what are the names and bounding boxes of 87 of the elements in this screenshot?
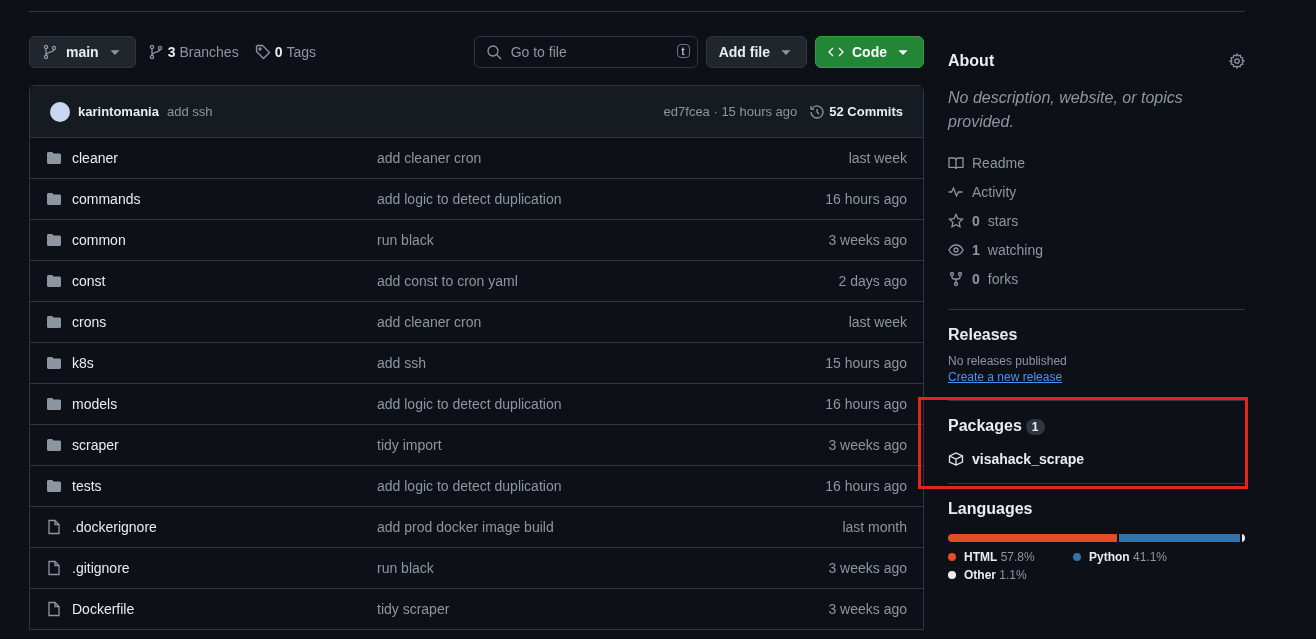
about-link[interactable]: Readme	[948, 148, 1245, 177]
commit-message[interactable]: add cleaner cron	[377, 150, 707, 166]
commit-message[interactable]: run black	[377, 232, 707, 248]
about-link[interactable]: 1 watching	[948, 235, 1245, 264]
book-icon	[948, 154, 964, 171]
commit-message[interactable]: add prod docker image build	[377, 519, 707, 535]
section-title: Packages	[948, 417, 1022, 434]
folder-icon	[46, 314, 62, 330]
language-label[interactable]: HTML 57.8%	[964, 550, 1035, 564]
commit-message: add ssh	[166, 104, 213, 119]
commits-link[interactable]: 52 Commits	[805, 103, 907, 120]
file-name[interactable]: cleaner	[72, 150, 118, 166]
package-link[interactable]: visahack_scrape	[948, 451, 1245, 467]
author-link[interactable]: karintomania	[78, 104, 159, 119]
shortcut-key: t	[676, 44, 690, 58]
code-button[interactable]: Code	[815, 36, 924, 68]
avatar[interactable]	[50, 101, 70, 122]
tags-link[interactable]: 0 Tags	[250, 44, 320, 60]
releases-note: No releases published	[948, 354, 1068, 368]
about-link[interactable]: 0 stars	[948, 206, 1245, 235]
tag-icon	[254, 44, 271, 60]
about-link[interactable]: Activity	[948, 177, 1245, 206]
commit-message[interactable]: tidy scraper	[377, 601, 707, 617]
commit-time: 15 hours ago	[824, 355, 907, 371]
add-file-button[interactable]: Add file	[705, 36, 807, 68]
file-name[interactable]: commands	[72, 191, 141, 207]
file-name[interactable]: .dockerignore	[72, 519, 157, 535]
language-label[interactable]: Other 1.1%	[964, 568, 1027, 582]
package-icon	[948, 451, 964, 467]
eye-icon	[948, 241, 964, 258]
folder-icon	[46, 396, 62, 412]
commit-time: 3 weeks ago	[827, 232, 907, 248]
folder-icon	[46, 437, 62, 453]
commit-message[interactable]: tidy import	[377, 437, 707, 453]
file-name[interactable]: tests	[72, 478, 102, 494]
commit-time: 16 hours ago	[824, 191, 907, 207]
file-name[interactable]: const	[72, 273, 106, 289]
branch-icon	[42, 44, 58, 60]
branch-icon	[147, 44, 164, 60]
commit-time: 3 weeks ago	[827, 601, 907, 617]
commit-time: 16 hours ago	[824, 478, 907, 494]
commit-message[interactable]: add logic to detect duplication	[377, 396, 707, 412]
commit-hash[interactable]: ed7fcea · 15 hours ago	[663, 104, 798, 119]
commit-time: last week	[847, 150, 907, 166]
commit-message[interactable]: add ssh	[377, 355, 707, 371]
commit-time: 3 weeks ago	[827, 437, 907, 453]
file-icon	[46, 519, 62, 535]
commit-message[interactable]: add cleaner cron	[377, 314, 707, 330]
language-label[interactable]: Python 41.1%	[1089, 550, 1168, 564]
file-name[interactable]: .gitignore	[72, 560, 130, 576]
file-name[interactable]: Dockerfile	[72, 601, 135, 617]
branches-link[interactable]: 3 Branches	[143, 44, 243, 60]
commit-time: 16 hours ago	[824, 396, 907, 412]
create-release-link[interactable]: Create a new release	[948, 370, 1063, 384]
commit-time: last month	[841, 519, 907, 535]
fork-icon	[948, 270, 964, 287]
file-name[interactable]: scraper	[72, 437, 119, 453]
star-icon	[948, 212, 964, 229]
file-name[interactable]: common	[72, 232, 126, 248]
commit-time: 2 days ago	[837, 273, 907, 289]
file-name[interactable]: k8s	[72, 355, 94, 371]
about-link[interactable]: 0 forks	[948, 264, 1245, 293]
branch-button[interactable]: main	[29, 36, 136, 68]
folder-icon	[46, 355, 62, 371]
section-title: Releases	[948, 326, 1019, 344]
folder-icon	[46, 232, 62, 248]
commit-message[interactable]: add const to cron yaml	[377, 273, 707, 289]
description: No description, website, or topics provided.	[948, 88, 1184, 132]
folder-icon	[46, 150, 62, 166]
commit-message[interactable]: add logic to detect duplication	[377, 478, 707, 494]
history-icon	[809, 103, 826, 120]
section-title: About	[948, 52, 995, 70]
commit-time: 3 weeks ago	[827, 560, 907, 576]
folder-icon	[46, 191, 62, 207]
folder-icon	[46, 478, 62, 494]
commit-message[interactable]: run black	[377, 560, 707, 576]
count-badge: 1	[1025, 419, 1045, 435]
search-icon	[485, 44, 502, 60]
folder-icon	[46, 273, 62, 289]
commit-message[interactable]: add logic to detect duplication	[377, 191, 707, 207]
file-name[interactable]: crons	[72, 314, 107, 330]
gear-icon[interactable]	[1229, 53, 1245, 69]
commit-time: last week	[847, 314, 907, 330]
file-icon	[46, 560, 62, 576]
file-icon	[46, 601, 62, 617]
file-name[interactable]: models	[72, 396, 118, 412]
section-title: Languages	[948, 500, 1034, 518]
